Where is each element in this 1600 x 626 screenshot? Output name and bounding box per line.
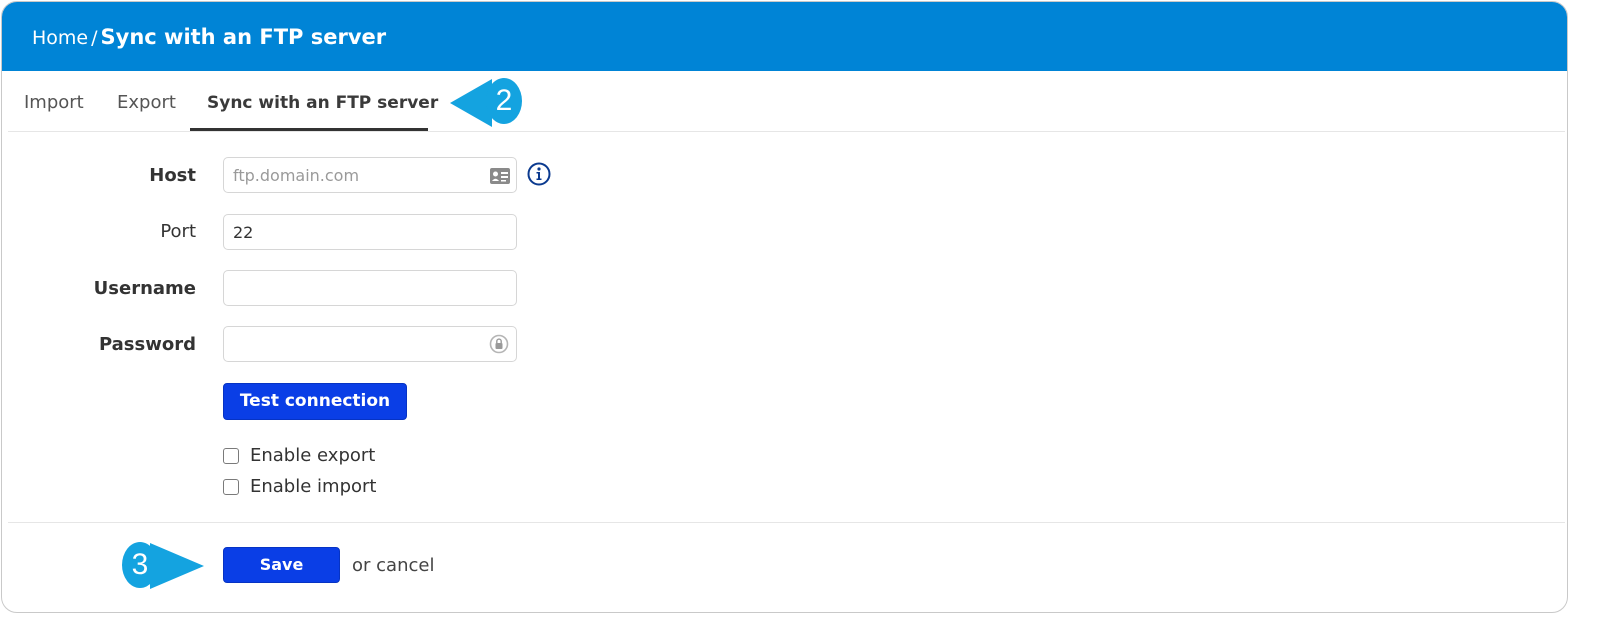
- tab-sync-ftp[interactable]: Sync with an FTP server: [207, 71, 438, 132]
- host-field-wrapper: [223, 157, 517, 193]
- port-input[interactable]: [224, 215, 516, 249]
- password-input[interactable]: [224, 327, 516, 361]
- callout-pointer-3: [150, 543, 204, 589]
- contact-card-icon[interactable]: [489, 166, 511, 186]
- or-cancel-text: or cancel: [352, 554, 434, 578]
- password-label: Password: [98, 334, 196, 355]
- enable-export-label: Enable export: [250, 445, 376, 466]
- breadcrumb-separator: /: [91, 27, 98, 49]
- tab-export[interactable]: Export: [117, 71, 176, 132]
- page-title: Sync with an FTP server: [100, 25, 387, 49]
- info-icon[interactable]: [527, 162, 551, 186]
- username-field-wrapper: [223, 270, 517, 306]
- tab-bar: Import Export Sync with an FTP server: [2, 71, 1567, 132]
- tab-bar-divider: [8, 131, 1565, 132]
- host-input[interactable]: [224, 158, 516, 192]
- username-label: Username: [93, 278, 196, 299]
- test-connection-button[interactable]: Test connection: [223, 383, 407, 420]
- username-input[interactable]: [224, 271, 516, 305]
- app-window: Home / Sync with an FTP server Import Expo…: [1, 1, 1568, 613]
- callout-badge-2: 2: [486, 78, 522, 124]
- enable-import-label: Enable import: [250, 476, 377, 497]
- footer-divider: [8, 522, 1565, 523]
- save-button[interactable]: Save: [223, 547, 340, 583]
- tab-import[interactable]: Import: [24, 71, 84, 132]
- page-header: Home / Sync with an FTP server: [2, 2, 1567, 71]
- or-text: or: [352, 555, 371, 576]
- enable-export-checkbox[interactable]: [223, 448, 239, 464]
- port-label: Port: [160, 221, 196, 242]
- password-field-wrapper: [223, 326, 517, 362]
- cancel-link[interactable]: cancel: [376, 555, 434, 576]
- enable-import-checkbox[interactable]: [223, 479, 239, 495]
- breadcrumb-home-link[interactable]: Home: [32, 27, 88, 49]
- port-field-wrapper: [223, 214, 517, 250]
- password-manager-icon[interactable]: [488, 334, 510, 354]
- breadcrumb: Home / Sync with an FTP server: [32, 24, 386, 51]
- host-label: Host: [149, 165, 196, 186]
